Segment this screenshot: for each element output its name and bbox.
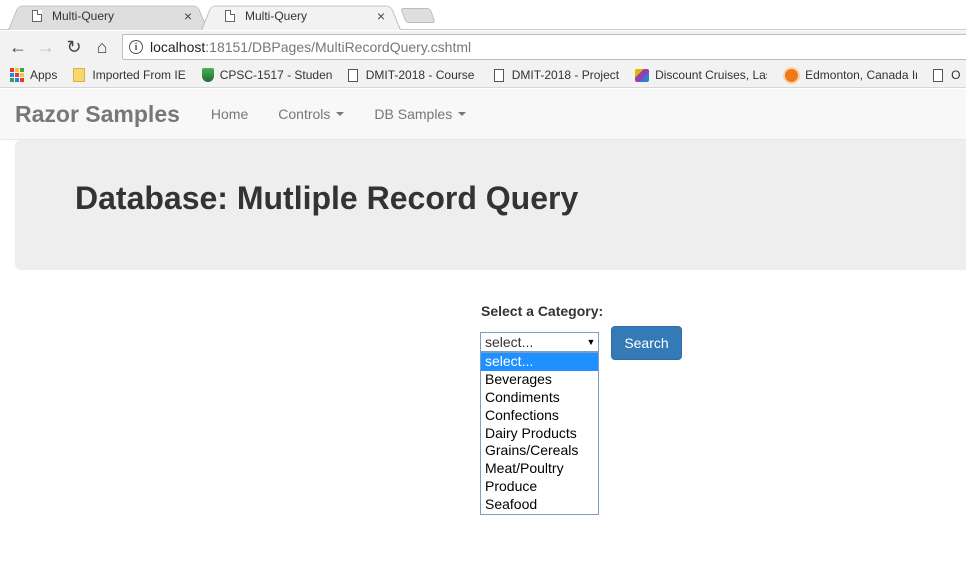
bookmark-discount-cruises[interactable]: Discount Cruises, Last [635,68,767,82]
tab-strip: Multi-Query × Multi-Query × [0,0,966,30]
page-title: Database: Mutliple Record Query [75,180,579,216]
option-produce[interactable]: Produce [481,478,598,496]
bookmarks-bar: Apps Imported From IE CPSC-1517 - Studen… [0,63,966,88]
doc-icon [347,68,358,82]
site-navbar: Razor Samples Home Controls DB Samples [0,89,966,140]
option-meat-poultry[interactable]: Meat/Poultry [481,460,598,478]
tab-title: Multi-Query [245,9,308,23]
category-select[interactable]: select... ▼ [480,332,599,352]
bookmark-imported-from-ie[interactable]: Imported From IE [73,68,186,82]
category-dropdown-list: select... Beverages Condiments Confectio… [480,352,599,515]
ship-icon [635,68,650,82]
jumbotron: Database: Mutliple Record Query [15,140,966,270]
info-icon[interactable]: i [129,40,143,54]
brand-link[interactable]: Razor Samples [15,101,180,128]
bookmark-dmit-2018-project[interactable]: DMIT-2018 - Project [493,68,619,82]
browser-toolbar: ← → ↻ ⌂ i localhost:18151/DBPages/MultiR… [0,31,966,63]
option-seafood[interactable]: Seafood [481,496,598,514]
apps-grid-icon [10,68,24,82]
forward-arrow-icon[interactable]: → [32,33,60,61]
url-host: localhost [150,39,206,55]
bookmark-dmit-2018-course[interactable]: DMIT-2018 - Course N [347,68,478,82]
reload-icon[interactable]: ↻ [60,33,88,61]
new-tab-button[interactable] [400,8,436,23]
select-value: select... [485,334,534,350]
option-beverages[interactable]: Beverages [481,371,598,389]
option-confections[interactable]: Confections [481,407,598,425]
tab-multi-query-1[interactable]: Multi-Query × [8,2,208,30]
bookmark-edmonton[interactable]: Edmonton, Canada Int [783,68,917,82]
search-button[interactable]: Search [611,326,682,360]
back-arrow-icon[interactable]: ← [4,33,32,61]
sun-icon [785,68,799,82]
close-icon[interactable]: × [180,8,196,24]
page-icon [32,10,42,22]
category-label: Select a Category: [481,303,604,319]
tab-multi-query-2[interactable]: Multi-Query × [201,2,401,30]
doc-icon [933,68,944,82]
close-icon[interactable]: × [373,8,389,24]
shield-icon [201,68,214,82]
bookmark-apps[interactable]: Apps [0,68,57,82]
option-dairy-products[interactable]: Dairy Products [481,425,598,443]
url-path: :18151/DBPages/MultiRecordQuery.cshtml [205,39,472,55]
bookmark-overflow[interactable]: O [933,68,960,82]
option-select[interactable]: select... [481,353,598,371]
dropdown-arrow-icon[interactable]: ▼ [584,337,598,347]
option-condiments[interactable]: Condiments [481,389,598,407]
doc-icon [493,68,504,82]
nav-controls[interactable]: Controls [263,106,359,122]
address-bar[interactable]: i localhost:18151/DBPages/MultiRecordQue… [122,34,966,60]
folder-icon [73,68,86,82]
bookmark-cpsc-1517[interactable]: CPSC-1517 - Student [201,68,332,82]
nav-db-samples[interactable]: DB Samples [359,106,481,122]
option-grains-cereals[interactable]: Grains/Cereals [481,442,598,460]
home-icon[interactable]: ⌂ [88,33,116,61]
page-icon [225,10,235,22]
nav-home[interactable]: Home [196,106,263,122]
tab-title: Multi-Query [52,9,115,23]
caret-down-icon [336,112,345,116]
caret-down-icon [458,112,467,116]
